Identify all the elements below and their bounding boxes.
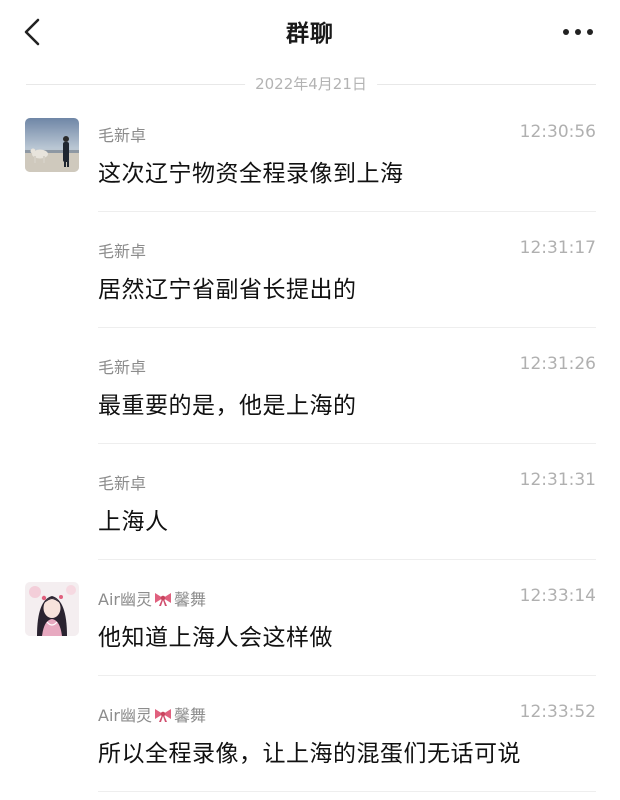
sender-name: 毛新卓 (98, 474, 147, 493)
anime-girl-avatar[interactable] (25, 582, 79, 636)
message-time: 12:31:31 (519, 470, 596, 490)
message-text: 最重要的是，他是上海的 (98, 393, 357, 419)
sender-name: 毛新卓 (98, 242, 147, 261)
message-divider (98, 791, 596, 792)
chat-message[interactable]: 毛新卓 12:31:31 上海人 (0, 460, 620, 560)
sender-name-suffix: 馨舞 (173, 590, 206, 609)
sender-name-suffix: 馨舞 (173, 706, 206, 725)
message-time: 12:31:17 (519, 238, 596, 258)
message-divider (98, 211, 596, 212)
ribbon-bow-emoji (154, 709, 171, 722)
chat-message[interactable]: Air幽灵 馨舞 12:33:14 他知道上海人会这样做 (0, 576, 620, 676)
message-divider (98, 675, 596, 676)
message-divider (98, 443, 596, 444)
chat-message[interactable]: 毛新卓 12:31:17 居然辽宁省副省长提出的 (0, 228, 620, 328)
message-text: 上海人 (98, 509, 169, 535)
message-text: 居然辽宁省副省长提出的 (98, 277, 357, 303)
sender-name: Air幽灵 馨舞 (98, 586, 206, 610)
chat-message[interactable]: 毛新卓 12:30:56 这次辽宁物资全程录像到上海 (0, 112, 620, 212)
date-label: 2022年4月21日 (245, 72, 377, 96)
chat-message[interactable]: Air幽灵 馨舞 12:33:52 所以全程录像，让上海的混蛋们无话可说 (0, 692, 620, 792)
date-divider: 2022年4月21日 (26, 72, 596, 96)
more-dots-icon[interactable] (558, 18, 598, 46)
message-time: 12:33:52 (519, 702, 596, 722)
sender-name-prefix: Air幽灵 (98, 706, 152, 725)
message-text: 所以全程录像，让上海的混蛋们无话可说 (98, 741, 521, 767)
beach-photo-avatar[interactable] (25, 118, 79, 172)
message-divider (98, 559, 596, 560)
page-title: 群聊 (286, 21, 334, 47)
sender-name: 毛新卓 (98, 358, 147, 377)
top-bar: 群聊 (0, 0, 620, 62)
sender-name: Air幽灵 馨舞 (98, 702, 206, 726)
chevron-left-icon[interactable] (16, 14, 52, 50)
message-time: 12:30:56 (519, 122, 596, 142)
message-time: 12:33:14 (519, 586, 596, 606)
message-divider (98, 327, 596, 328)
chat-message[interactable]: 毛新卓 12:31:26 最重要的是，他是上海的 (0, 344, 620, 444)
ribbon-bow-emoji (154, 593, 171, 606)
message-text: 他知道上海人会这样做 (98, 625, 333, 651)
message-time: 12:31:26 (519, 354, 596, 374)
message-text: 这次辽宁物资全程录像到上海 (98, 161, 404, 187)
sender-name-prefix: Air幽灵 (98, 590, 152, 609)
sender-name: 毛新卓 (98, 126, 147, 145)
